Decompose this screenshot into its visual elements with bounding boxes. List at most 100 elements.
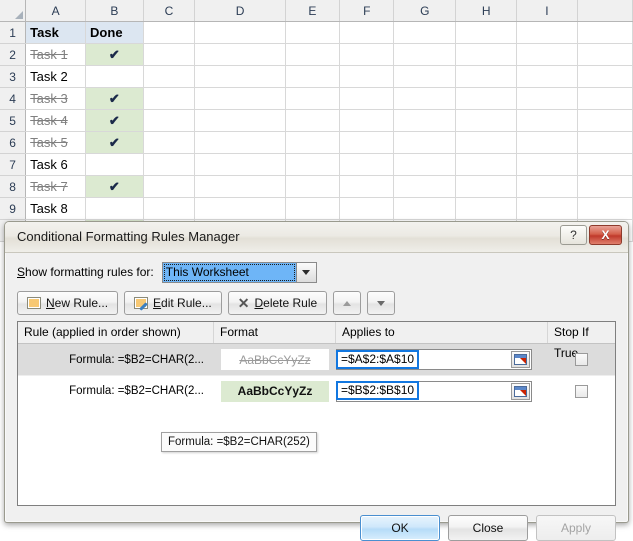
cell-g4[interactable]: [393, 87, 457, 110]
cell-j1[interactable]: [577, 21, 633, 44]
cell-d2[interactable]: [194, 43, 286, 66]
cell-j2[interactable]: [577, 43, 633, 66]
cell-g5[interactable]: [393, 109, 457, 132]
cell-d1[interactable]: [194, 21, 286, 44]
scope-select-value[interactable]: This Worksheet: [162, 262, 296, 282]
column-header-a[interactable]: A: [25, 0, 87, 22]
cell-i9[interactable]: [516, 197, 578, 220]
close-button[interactable]: Close: [448, 515, 528, 541]
column-header-b[interactable]: B: [85, 0, 144, 22]
cell-j3[interactable]: [577, 65, 633, 88]
cell-c3[interactable]: [143, 65, 196, 88]
rule-stop-if-true-cell-1[interactable]: [548, 344, 615, 375]
cell-h6[interactable]: [455, 131, 518, 154]
cell-e9[interactable]: [285, 197, 341, 220]
cell-c4[interactable]: [143, 87, 196, 110]
cell-b2[interactable]: ✔: [85, 43, 144, 66]
cell-a2[interactable]: Task 1: [25, 43, 87, 66]
cell-i3[interactable]: [516, 65, 578, 88]
cell-g6[interactable]: [393, 131, 457, 154]
close-icon[interactable]: X: [589, 225, 622, 245]
cell-f4[interactable]: [339, 87, 395, 110]
cell-b9[interactable]: [85, 197, 144, 220]
select-all-corner[interactable]: [0, 0, 27, 22]
cell-d5[interactable]: [194, 109, 286, 132]
row-header-3[interactable]: 3: [0, 65, 27, 88]
cell-f6[interactable]: [339, 131, 395, 154]
cell-a5[interactable]: Task 4: [25, 109, 87, 132]
cell-j7[interactable]: [577, 153, 633, 176]
cell-a1[interactable]: Task: [25, 21, 87, 44]
rule-stop-if-true-cell-2[interactable]: [548, 376, 615, 407]
cell-e2[interactable]: [285, 43, 341, 66]
cell-f2[interactable]: [339, 43, 395, 66]
cell-b8[interactable]: ✔: [85, 175, 144, 198]
cell-f3[interactable]: [339, 65, 395, 88]
cell-i8[interactable]: [516, 175, 578, 198]
cell-i4[interactable]: [516, 87, 578, 110]
ok-button[interactable]: OK: [360, 515, 440, 541]
cell-g1[interactable]: [393, 21, 457, 44]
cell-a6[interactable]: Task 5: [25, 131, 87, 154]
cell-g8[interactable]: [393, 175, 457, 198]
column-header-i[interactable]: I: [516, 0, 578, 22]
worksheet-table[interactable]: A B C D E F G H I 1 Task Done 2 Task 1 ✔…: [0, 0, 633, 242]
row-header-7[interactable]: 7: [0, 153, 27, 176]
rule-format-cell-1[interactable]: AaBbCcYyZz: [214, 344, 336, 375]
column-header-c[interactable]: C: [143, 0, 196, 22]
row-header-9[interactable]: 9: [0, 197, 27, 220]
cell-h5[interactable]: [455, 109, 518, 132]
cell-j9[interactable]: [577, 197, 633, 220]
cell-i6[interactable]: [516, 131, 578, 154]
cell-c1[interactable]: [143, 21, 196, 44]
cell-d3[interactable]: [194, 65, 286, 88]
cell-c6[interactable]: [143, 131, 196, 154]
cell-c2[interactable]: [143, 43, 196, 66]
scope-select[interactable]: This Worksheet: [161, 261, 317, 283]
cell-d9[interactable]: [194, 197, 286, 220]
cell-e8[interactable]: [285, 175, 341, 198]
cell-a3[interactable]: Task 2: [25, 65, 87, 88]
cell-b6[interactable]: ✔: [85, 131, 144, 154]
row-header-2[interactable]: 2: [0, 43, 27, 66]
chevron-down-icon[interactable]: [295, 262, 316, 282]
column-header-d[interactable]: D: [194, 0, 286, 22]
cell-g9[interactable]: [393, 197, 457, 220]
cell-i2[interactable]: [516, 43, 578, 66]
applies-to-value-1[interactable]: =$A$2:$A$10: [336, 349, 420, 369]
stop-if-true-checkbox-2[interactable]: [575, 384, 588, 398]
cell-b4[interactable]: ✔: [85, 87, 144, 110]
column-header-j-partial[interactable]: [577, 0, 633, 22]
row-header-6[interactable]: 6: [0, 131, 27, 154]
row-header-5[interactable]: 5: [0, 109, 27, 132]
conditional-formatting-rules-manager-dialog[interactable]: Conditional Formatting Rules Manager ? X…: [4, 221, 629, 541]
cell-g7[interactable]: [393, 153, 457, 176]
cell-h8[interactable]: [455, 175, 518, 198]
cell-j6[interactable]: [577, 131, 633, 154]
cell-i5[interactable]: [516, 109, 578, 132]
cell-h3[interactable]: [455, 65, 518, 88]
row-header-4[interactable]: 4: [0, 87, 27, 110]
cell-i1[interactable]: [516, 21, 578, 44]
cell-b1[interactable]: Done: [85, 21, 144, 44]
cell-g2[interactable]: [393, 43, 457, 66]
cell-h7[interactable]: [455, 153, 518, 176]
range-picker-icon-2[interactable]: [511, 382, 530, 400]
column-header-g[interactable]: G: [393, 0, 457, 22]
edit-rule-button[interactable]: Edit Rule...: [124, 291, 222, 315]
cell-h9[interactable]: [455, 197, 518, 220]
cell-b7[interactable]: [85, 153, 144, 176]
applies-to-input-1[interactable]: =$A$2:$A$10: [336, 349, 532, 370]
row-header-1[interactable]: 1: [0, 21, 27, 44]
cell-c9[interactable]: [143, 197, 196, 220]
column-header-f[interactable]: F: [339, 0, 395, 22]
cell-e5[interactable]: [285, 109, 341, 132]
rule-format-cell-2[interactable]: AaBbCcYyZz: [214, 376, 336, 407]
move-rule-down-button[interactable]: [367, 291, 396, 315]
cell-j8[interactable]: [577, 175, 633, 198]
delete-rule-button[interactable]: ✕ Delete Rule: [227, 291, 328, 315]
stop-if-true-checkbox-1[interactable]: [575, 353, 588, 366]
cell-f1[interactable]: [339, 21, 395, 44]
cell-c8[interactable]: [143, 175, 196, 198]
cell-e1[interactable]: [285, 21, 341, 44]
